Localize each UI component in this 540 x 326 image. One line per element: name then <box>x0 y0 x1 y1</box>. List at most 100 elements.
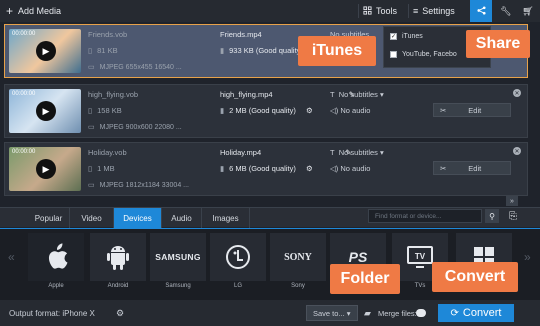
tab-devices[interactable]: Devices <box>114 208 162 228</box>
cart-button[interactable]: 🛒︎ <box>518 0 538 22</box>
speaker-icon: ◁) <box>330 164 339 173</box>
checkbox-icon[interactable] <box>390 51 397 58</box>
output-format-label: Output format: iPhone X <box>9 309 95 318</box>
tab-popular[interactable]: Popular <box>28 208 70 228</box>
video-thumbnail[interactable]: 00:00:00 ▶ <box>9 29 81 73</box>
file-icon: ▯ <box>88 164 93 173</box>
source-name: high_flying.vob <box>88 90 139 99</box>
device-label: Android <box>107 283 129 289</box>
file-icon: ▮ <box>220 164 225 173</box>
device-android[interactable]: Android <box>90 233 146 291</box>
edit-label: Edit <box>468 163 482 173</box>
sony-logo: SONY <box>270 233 326 281</box>
toolbar-divider <box>408 4 409 18</box>
wrench-icon: 🔧︎ <box>500 5 512 16</box>
checkbox-checked-icon[interactable]: ✓ <box>390 33 397 40</box>
convert-button[interactable]: ⟳ Convert <box>438 304 514 322</box>
crop-icon: ✂ <box>440 105 447 115</box>
tools-button[interactable]: Tools <box>363 0 405 22</box>
video-icon: ▭ <box>88 124 95 131</box>
svg-text:TV: TV <box>415 252 426 261</box>
collapse-icon[interactable]: » <box>506 196 518 206</box>
cart-icon: 🛒︎ <box>522 5 534 16</box>
timecode: 00:00:00 <box>12 149 36 155</box>
timecode: 00:00:00 <box>12 91 36 97</box>
save-to-dropdown[interactable]: Save to... ▾ <box>306 305 358 321</box>
file-row[interactable]: 00:00:00 ▶ high_flying.vob ▯ 158 KB ▭ MJPE… <box>4 84 528 138</box>
plus-icon: + <box>6 4 14 18</box>
scroll-right-icon[interactable]: » <box>524 250 531 264</box>
wrench-button[interactable]: 🔧︎ <box>496 0 516 22</box>
codec-info: ▭ MJPEG 900x600 22080 ... <box>88 124 182 131</box>
audio-dropdown[interactable]: ◁) No audio <box>330 164 370 173</box>
tab-video[interactable]: Video <box>70 208 114 228</box>
video-thumbnail[interactable]: 00:00:00 ▶ <box>9 89 81 133</box>
close-icon[interactable]: ✕ <box>513 147 521 155</box>
source-size: ▯ 1 MB <box>88 164 115 173</box>
file-icon: ▯ <box>88 106 93 115</box>
share-icon <box>476 5 486 17</box>
audio-dropdown[interactable]: ◁) No audio <box>330 106 370 115</box>
menu-icon: ≡ <box>413 6 419 16</box>
file-icon: ▯ <box>88 46 93 55</box>
share-button[interactable] <box>470 0 492 22</box>
add-media-button[interactable]: + Add Media <box>0 0 61 22</box>
subtitles-dropdown[interactable]: T No subtitles ▾ <box>330 148 384 157</box>
share-menu-item-itunes[interactable]: ✓ iTunes <box>390 33 423 40</box>
apple-icon <box>28 233 84 281</box>
device-apple[interactable]: Apple <box>28 233 84 291</box>
output-size: ▮ 933 KB (Good quality) <box>220 46 303 55</box>
subtitles-dropdown[interactable]: T No subtitles ▾ <box>330 90 384 99</box>
device-sony[interactable]: SONY Sony <box>270 233 326 291</box>
file-icon: ▮ <box>220 46 225 55</box>
file-row[interactable]: 00:00:00 ▶ Holiday.vob ▯ 1 MB ▭ MJPEG 1812… <box>4 142 528 196</box>
source-name: Friends.vob <box>88 30 128 39</box>
samsung-logo: SAMSUNG <box>150 233 206 281</box>
edit-button[interactable]: ✂ Edit <box>433 103 511 117</box>
output-size: ▮ 2 MB (Good quality) ⚙ <box>220 106 313 115</box>
tools-icon <box>363 5 372 17</box>
output-name[interactable]: Friends.mp4 <box>220 30 262 39</box>
scroll-left-icon[interactable]: « <box>8 250 15 264</box>
source-size: ▯ 81 KB <box>88 46 118 55</box>
settings-icon[interactable]: ⚙ <box>306 106 313 115</box>
timecode: 00:00:00 <box>12 31 36 37</box>
crop-icon: ✂ <box>440 163 447 173</box>
callout-convert: Convert <box>432 262 518 292</box>
device-label: LG <box>233 283 242 289</box>
convert-label: Convert <box>462 307 502 319</box>
add-media-label: Add Media <box>18 6 62 16</box>
gear-icon[interactable]: ⚙ <box>116 308 124 319</box>
output-size: ▮ 6 MB (Good quality) ⚙ <box>220 164 313 173</box>
device-detect-icon[interactable]: ⎘ <box>505 208 521 224</box>
play-icon[interactable]: ▶ <box>36 101 56 121</box>
merge-files-label: Merge files: <box>378 309 417 318</box>
search-icon[interactable]: ⚲ <box>485 209 499 223</box>
device-label: Sony <box>291 283 305 289</box>
lg-logo <box>210 233 266 281</box>
settings-icon[interactable]: ⚙ <box>306 164 313 173</box>
play-icon[interactable]: ▶ <box>36 159 56 179</box>
merge-files-toggle[interactable] <box>416 309 426 317</box>
folder-icon[interactable]: ▰ <box>364 308 371 319</box>
tab-images[interactable]: Images <box>202 208 250 228</box>
callout-folder: Folder <box>330 264 400 294</box>
settings-button[interactable]: ≡ Settings <box>413 0 463 22</box>
video-icon: ▭ <box>88 182 95 189</box>
tab-audio[interactable]: Audio <box>162 208 202 228</box>
callout-itunes: iTunes <box>298 36 376 66</box>
device-lg[interactable]: LG <box>210 233 266 291</box>
codec-info: ▭ MJPEG 1812x1184 33004 ... <box>88 182 189 189</box>
play-icon[interactable]: ▶ <box>36 41 56 61</box>
codec-info: ▭ MJPEG 655x455 16540 ... <box>88 64 182 71</box>
device-label: Samsung <box>165 283 191 289</box>
edit-label: Edit <box>468 105 482 115</box>
search-input[interactable]: Find format or device... <box>368 209 482 223</box>
close-icon[interactable]: ✕ <box>513 89 521 97</box>
edit-button[interactable]: ✂ Edit <box>433 161 511 175</box>
video-thumbnail[interactable]: 00:00:00 ▶ <box>9 147 81 191</box>
share-menu-item-youtube[interactable]: YouTube, Facebo <box>390 51 457 58</box>
device-samsung[interactable]: SAMSUNG Samsung <box>150 233 206 291</box>
speaker-icon: ◁) <box>330 106 339 115</box>
callout-share: Share <box>466 30 530 58</box>
